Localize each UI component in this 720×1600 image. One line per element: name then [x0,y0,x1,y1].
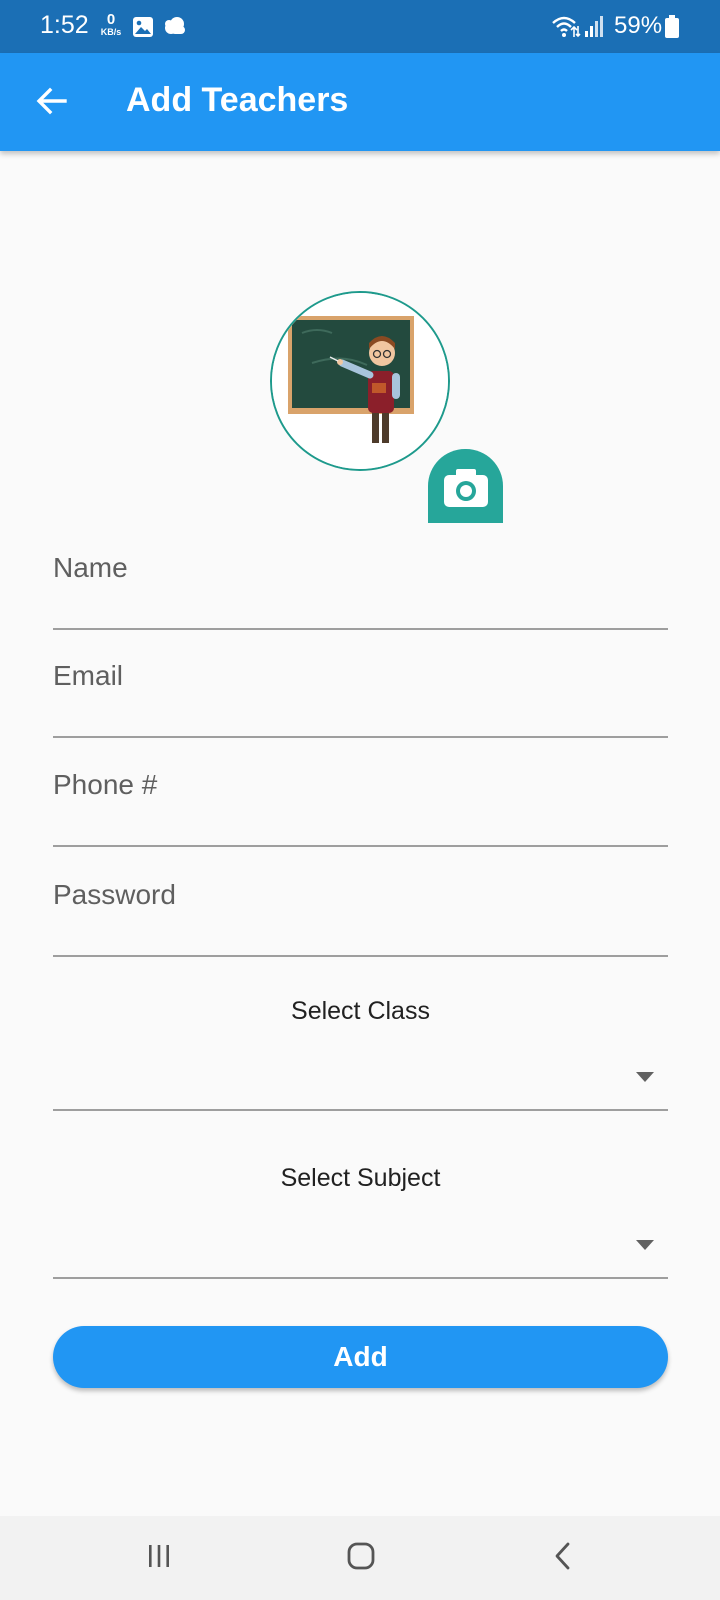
add-button[interactable]: Add [53,1326,668,1388]
email-field[interactable]: Email [53,634,668,738]
network-speed-value: 0 [106,11,116,28]
recent-apps-icon [145,1542,173,1575]
signal-icon [584,14,606,43]
status-bar: 1:52 0 KB/s 59% [0,0,720,53]
add-teachers-screen: 1:52 0 KB/s 59% Add Teachers Name Email … [0,0,720,1600]
network-speed: 0 KB/s [98,12,124,37]
page-title: Add Teachers [126,81,349,119]
caret-down-icon [636,1237,654,1255]
back-button[interactable] [24,75,80,131]
network-speed-unit: KB/s [100,27,122,37]
password-field-label: Password [53,879,176,910]
arrow-back-icon [35,84,69,123]
change-photo-button[interactable] [428,449,503,523]
cloud-icon [163,16,187,41]
password-field[interactable]: Password [53,853,668,957]
phone-field[interactable]: Phone # [53,743,668,847]
phone-field-label: Phone # [53,769,158,800]
wifi-icon [551,14,581,45]
home-button[interactable] [336,1536,386,1580]
caret-down-icon [636,1069,654,1087]
name-field[interactable]: Name [53,526,668,630]
teacher-avatar [270,291,450,471]
home-icon [346,1541,376,1576]
gallery-icon [132,16,154,43]
select-class-dropdown[interactable] [53,1037,668,1111]
battery-percent: 59% [614,12,663,39]
select-subject-label: Select Subject [280,1164,441,1192]
back-nav-icon [552,1541,574,1576]
select-class-label: Select Class [291,997,430,1025]
email-field-label: Email [53,660,124,691]
name-field-label: Name [53,552,128,583]
recent-apps-button[interactable] [134,1536,184,1580]
app-bar: Add Teachers [0,53,720,151]
system-nav-bar [0,1516,720,1600]
battery-icon [664,15,680,44]
select-subject-dropdown[interactable] [53,1205,668,1279]
nav-back-button[interactable] [538,1536,588,1580]
camera-icon [428,449,503,523]
status-time: 1:52 [40,11,89,39]
